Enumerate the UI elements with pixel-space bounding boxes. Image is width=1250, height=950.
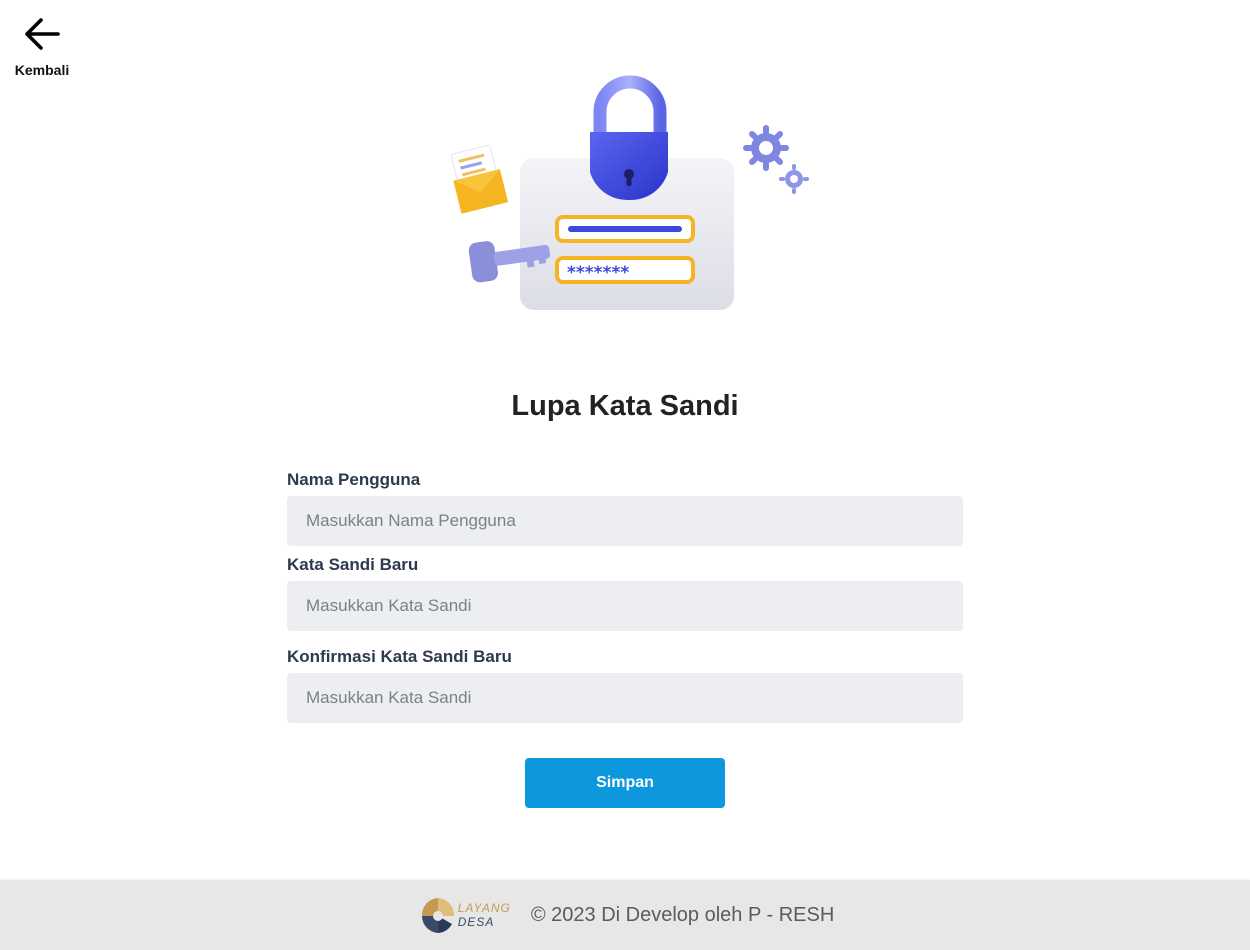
arrow-left-icon — [25, 18, 60, 50]
logo-icon — [421, 898, 454, 933]
forgot-password-page: Kembali ******* Lupa Kata Sandi Nama Pen… — [0, 0, 1250, 950]
confirm-password-label: Konfirmasi Kata Sandi Baru — [287, 647, 512, 666]
save-button[interactable]: Simpan — [525, 758, 725, 808]
back-button[interactable]: Kembali — [10, 14, 74, 80]
gear-icon — [743, 125, 789, 171]
footer: LAYANG DESA © 2023 Di Develop oleh P - R… — [0, 880, 1250, 950]
envelope-shape — [451, 144, 509, 214]
svg-text:*******: ******* — [567, 263, 629, 283]
logo-text-line2: DESA — [457, 915, 495, 929]
username-input[interactable] — [287, 496, 963, 546]
new-password-input[interactable] — [287, 581, 963, 631]
small-gear-icon — [779, 164, 809, 194]
page-title: Lupa Kata Sandi — [511, 390, 739, 422]
layang-desa-logo: LAYANG DESA — [416, 894, 511, 936]
back-label: Kembali — [14, 62, 70, 78]
copyright-text: © 2023 Di Develop oleh P - RESH — [530, 903, 835, 926]
new-password-label: Kata Sandi Baru — [287, 555, 419, 574]
lock-body — [590, 132, 668, 201]
logo-text-line1: LAYANG — [457, 901, 511, 915]
confirm-password-input[interactable] — [287, 673, 963, 723]
username-label: Nama Pengguna — [287, 470, 421, 489]
password-reset-illustration: ******* — [451, 75, 809, 310]
